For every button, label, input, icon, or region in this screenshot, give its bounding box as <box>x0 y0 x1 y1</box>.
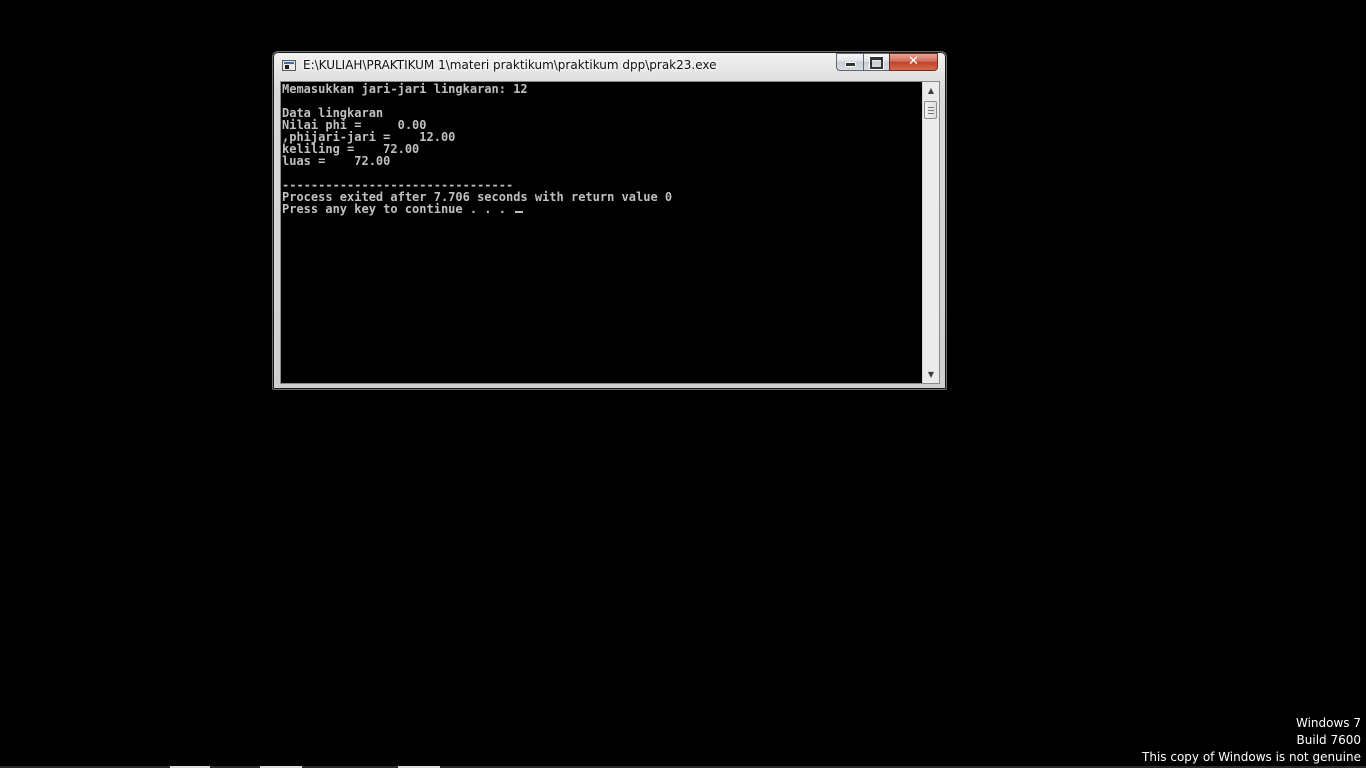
title-bar[interactable]: E:\KULIAH\PRAKTIKUM 1\materi praktikum\p… <box>273 52 946 81</box>
console-text: Memasukkan jari-jari lingkaran: 12 Data … <box>282 83 672 215</box>
maximize-icon <box>869 56 884 70</box>
console-line: Press any key to continue . . . <box>282 202 514 216</box>
watermark-genuine-notice: This copy of Windows is not genuine <box>1142 750 1361 764</box>
console-line: Memasukkan jari-jari lingkaran: 12 <box>282 82 528 96</box>
watermark-build: Build 7600 <box>1296 733 1361 747</box>
window-title: E:\KULIAH\PRAKTIKUM 1\materi praktikum\p… <box>303 58 717 72</box>
close-button[interactable]: ✕ <box>889 53 938 71</box>
maximize-button[interactable] <box>863 53 890 71</box>
minimize-button[interactable] <box>836 53 864 71</box>
text-cursor <box>515 211 524 213</box>
watermark-os: Windows 7 <box>1295 716 1361 730</box>
grip-line <box>928 113 934 114</box>
minimize-icon <box>844 62 856 67</box>
grip-line <box>928 110 934 111</box>
arrow-up-icon: ▲ <box>927 86 935 95</box>
grip-line <box>928 107 934 108</box>
scroll-thumb[interactable] <box>924 101 937 119</box>
close-icon: ✕ <box>908 54 919 69</box>
scroll-down-button[interactable]: ▼ <box>923 366 939 383</box>
scroll-up-button[interactable]: ▲ <box>923 82 939 99</box>
desktop: E:\KULIAH\PRAKTIKUM 1\materi praktikum\p… <box>0 0 1366 768</box>
console-window[interactable]: E:\KULIAH\PRAKTIKUM 1\materi praktikum\p… <box>272 51 947 390</box>
console-line: luas = 72.00 <box>282 154 391 168</box>
vertical-scrollbar[interactable]: ▲ ▼ <box>922 82 939 383</box>
console-output-area[interactable]: Memasukkan jari-jari lingkaran: 12 Data … <box>280 81 940 384</box>
console-app-icon[interactable] <box>282 60 296 71</box>
arrow-down-icon: ▼ <box>927 370 935 379</box>
windows-watermark: Windows 7 Build 7600 This copy of Window… <box>1142 715 1361 766</box>
